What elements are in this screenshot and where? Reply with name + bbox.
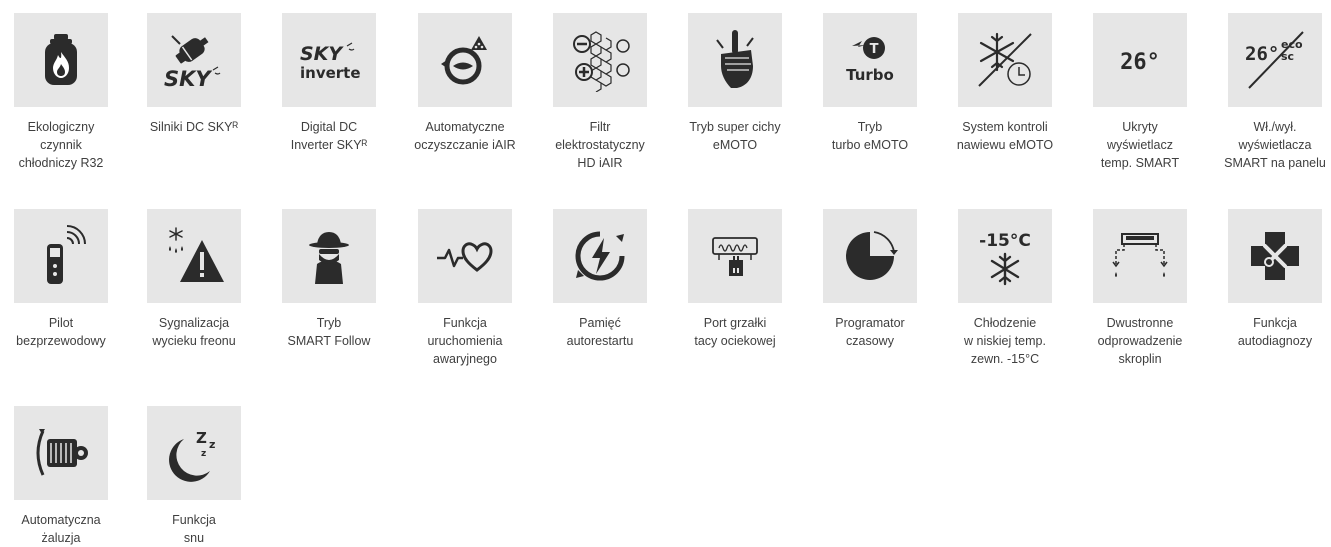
feature-tile: SKY [147,13,241,107]
feature-grid: Ekologiczny czynnik chłodniczy R32 SKY Sil… [0,0,1331,547]
feature-super-silent: Tryb super cichy eMOTO [668,13,802,154]
feature-label: Pilot bezprzewodowy [16,316,106,348]
display-on-off-icon: 26° eco sc [1245,31,1304,89]
feature-sky-inverter: SKY inverter Digital DCInverter SKYᴿ [262,13,396,154]
feature-label: Tryb super cichy eMOTO [689,120,781,152]
feature-tile: -15°C [958,209,1052,303]
feature-tile: SKY inverter [282,13,376,107]
sky-logo-text: SKY [300,43,344,65]
feature-tile [823,209,917,303]
feature-label: Dwustronne odprowadzenie skroplin [1097,316,1183,366]
feature-display-toggle: 26° eco sc Wł./wył.wyświetlaczaSMART na … [1208,13,1331,172]
feature-label: Sygnalizacja wycieku freonu [152,316,236,348]
feature-tile [147,209,241,303]
feature-dual-drainage: Dwustronne odprowadzenie skroplin [1073,209,1207,368]
feature-tile: Z z z [147,406,241,500]
silent-hand-icon [716,30,754,88]
heartbeat-icon [437,242,493,272]
feature-tile [688,13,782,107]
feature-auto-restart: Pamięć autorestartu [533,209,667,350]
sleep-mode-icon: Z z z [169,429,215,482]
feature-tile [14,406,108,500]
feature-leak-alarm: Sygnalizacja wycieku freonu [127,209,261,350]
feature-label: Digital DC Inverter SKYᴿ [290,120,368,152]
feature-hidden-display: 26° Ukryty wyświetlacz temp. SMART [1073,13,1207,172]
feature-label: Tryb turbo eMOTO [831,120,909,152]
snowflake-clock-icon [978,32,1032,87]
feature-tile: 26° [1093,13,1187,107]
feature-label: Wł./wył. wyświetlacza SMART na panelu [1224,120,1326,170]
electrostatic-filter-icon [573,31,630,92]
feature-iair-clean: Automatyczne oczyszczanie iAIR [398,13,532,154]
feature-label: Port grzałki tacy ociekowej [694,316,776,348]
feature-tile: 26° eco sc [1228,13,1322,107]
turbo-badge-text: T [870,42,879,57]
feature-label: Ekologiczny czynnik chłodniczy R32 [18,120,104,170]
sleep-z-text: z [201,449,206,459]
feature-tile [14,13,108,107]
feature-label: Funkcja uruchomienia awaryjnego [427,316,503,366]
feature-label: Ukryty wyświetlacz temp. SMART [1100,120,1180,170]
dual-drainage-icon [1112,233,1168,277]
feature-r32: Ekologiczny czynnik chłodniczy R32 [0,13,128,172]
low-temp-cooling-icon: -15°C [979,231,1031,286]
sky-dc-motor-icon: SKY [164,35,221,91]
drip-tray-heater-icon [712,237,758,276]
feature-tile [688,209,782,303]
turbo-mode-icon: T Turbo [846,37,894,84]
auto-louver-icon [36,429,88,476]
turbo-text: Turbo [846,66,894,84]
feature-tile [553,209,647,303]
self-diagnosis-icon [1251,232,1299,280]
feature-tile [958,13,1052,107]
feature-remote: Pilot bezprzewodowy [0,209,128,350]
gas-cylinder-flame-icon [45,34,77,85]
wireless-remote-icon [47,225,86,284]
sleep-z-text: Z [196,429,207,447]
feature-sleep: Z z z Funkcja snu [127,406,261,547]
feature-airflow-control: System kontroli nawiewu eMOTO [938,13,1072,154]
feature-sky-motor: SKY Silniki DC SKYᴿ [127,13,261,136]
feature-tile [1228,209,1322,303]
temp-text: -15°C [979,231,1031,251]
sky-inverter-icon: SKY inverter [300,42,361,82]
feature-label: Funkcja autodiagnozy [1237,316,1313,348]
feature-label: Filtr elektrostatyczny HD iAIR [555,120,645,170]
feature-label: Chłodzenie w niskiej temp. zewn. -15°C [964,316,1046,366]
feature-label: System kontroli nawiewu eMOTO [956,120,1054,152]
auto-restart-icon [575,231,625,281]
feature-label: Pamięć autorestartu [566,316,634,348]
inverter-text: inverter [300,64,361,82]
sleep-z-text: z [209,438,215,451]
feature-label: Funkcja snu [172,513,216,545]
feature-timer: Programator czasowy [803,209,937,350]
feature-label: Tryb SMART Follow [287,316,371,348]
feature-label: Programator czasowy [835,316,905,348]
timer-pie-icon [846,231,898,280]
iair-self-cleaning-icon [441,36,487,85]
feature-tile [14,209,108,303]
refrigerant-leak-warning-icon [169,227,224,282]
feature-tile [553,13,647,107]
hidden-display-icon: 26° [1120,50,1160,75]
feature-label: Automatyczne oczyszczanie iAIR [414,120,516,152]
feature-tile: T Turbo [823,13,917,107]
spy-follow-icon [309,232,349,284]
feature-label: Silniki DC SKYᴿ [149,120,239,134]
feature-emergency: Funkcja uruchomienia awaryjnego [398,209,532,368]
feature-auto-louver: Automatyczna żaluzja [0,406,128,547]
feature-self-diagnosis: Funkcja autodiagnozy [1208,209,1331,350]
feature-tile [1093,209,1187,303]
feature-turbo: T Turbo Tryb turbo eMOTO [803,13,937,154]
feature-tile [282,209,376,303]
feature-tile [418,13,512,107]
feature-low-temp-cooling: -15°C Chłodzenie w niskiej temp. zewn. -15… [938,209,1072,368]
feature-tile [418,209,512,303]
feature-hd-filter: Filtr elektrostatyczny HD iAIR [533,13,667,172]
display-temp-text: 26° [1120,50,1160,75]
feature-smart-follow: Tryb SMART Follow [262,209,396,350]
sky-logo-text: SKY [164,67,212,91]
feature-heater-port: Port grzałki tacy ociekowej [668,209,802,350]
feature-label: Automatyczna żaluzja [21,513,101,545]
